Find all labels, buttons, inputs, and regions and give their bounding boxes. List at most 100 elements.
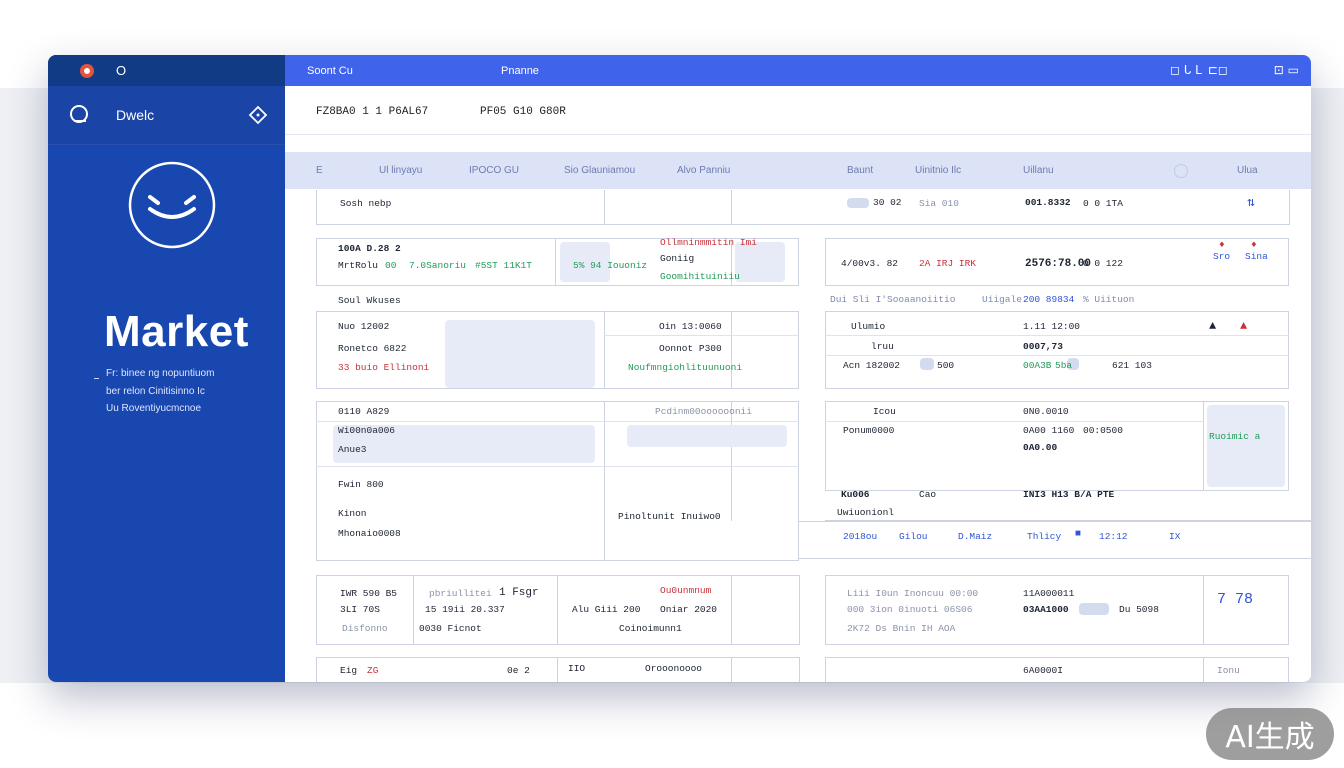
- filter-left[interactable]: FZ8BA0 1 1 P6AL67: [316, 106, 428, 118]
- data-card[interactable]: [316, 657, 800, 682]
- description-line: Uu Roventiyucmcnoe: [106, 403, 202, 414]
- filter-bar: FZ8BA0 1 1 P6AL67 PF05 G10 G80R: [285, 86, 1311, 135]
- card-label: Liii I0un Inoncuu 00:00: [847, 588, 979, 599]
- summary-item: 2018ou: [843, 531, 878, 542]
- row-mid2: Sia 010: [919, 198, 959, 209]
- app-logo-icon[interactable]: [80, 63, 94, 78]
- card-value: 1 Fsgr: [499, 587, 539, 599]
- card-note: Pinoltunit Inuiwo0: [618, 511, 721, 522]
- ai-generated-badge: AI生成: [1206, 708, 1334, 760]
- window-layout-icon[interactable]: ◻ ᒐ ᒪ: [1170, 63, 1202, 77]
- card-label: Acn 182002: [843, 360, 901, 371]
- card-metric: 2A IRJ IRK: [919, 258, 977, 269]
- card-title: 0110 A829: [338, 406, 390, 417]
- card-value: 00:0500: [1083, 425, 1123, 436]
- triangle-icon[interactable]: ▲: [1240, 319, 1247, 333]
- topbar-tab-center[interactable]: Pnanne: [501, 65, 539, 77]
- triangle-icon[interactable]: ▲: [1209, 319, 1216, 333]
- card-label: Alu Giii 200: [572, 604, 641, 615]
- card-label: 3LI 70S: [340, 604, 380, 615]
- icon-label: Sro: [1213, 251, 1231, 262]
- column-header[interactable]: Ulua: [1237, 165, 1258, 176]
- card-title: Eig: [340, 665, 358, 676]
- column-header[interactable]: Uinitnio Ilc: [915, 165, 961, 176]
- card-metric: 7.0Sanoriu: [409, 260, 467, 271]
- column-header[interactable]: Sio Glauniamou: [564, 165, 635, 176]
- card-label: Goniig: [660, 253, 695, 264]
- card-note: 0030 Ficnot: [419, 623, 482, 634]
- card-value: 11A000011: [1023, 588, 1075, 599]
- column-header[interactable]: Alvo Panniu: [677, 165, 730, 176]
- status-circle-icon[interactable]: [1174, 164, 1188, 178]
- card-value: 500: [937, 360, 955, 371]
- diamond-icon[interactable]: [247, 104, 269, 126]
- card-label: Ulumio: [851, 321, 886, 332]
- page-description: Fr: binee ng nopuntiuom ber relon Ciniti…: [106, 365, 266, 418]
- card-label: Ku006: [841, 489, 870, 500]
- card-alert: Ou0unmnum: [660, 585, 712, 596]
- column-header[interactable]: Baunt: [847, 165, 873, 176]
- card-title: 100A D.28 2: [338, 243, 401, 254]
- card-value: 6A0000I: [1023, 665, 1063, 676]
- description-line: Fr: binee ng nopuntiuom: [106, 368, 215, 379]
- summary-item: IX: [1169, 531, 1181, 542]
- filter-right[interactable]: PF05 G10 G80R: [480, 106, 566, 118]
- card-value: INI3 H13 B/A PTE: [1023, 489, 1115, 500]
- app-label: O: [116, 63, 127, 78]
- lock-icon[interactable]: ■: [1075, 529, 1081, 540]
- column-header[interactable]: E: [316, 165, 323, 176]
- sidebar-nav-label: Dwelc: [116, 107, 155, 123]
- summary-item: Gilou: [899, 531, 928, 542]
- card-note: Disfonno: [342, 623, 388, 634]
- card-value: 03AA1000: [1023, 604, 1069, 615]
- data-card[interactable]: [316, 575, 800, 645]
- card-label: Wi00n0a006: [338, 425, 396, 436]
- card-value: 5ba: [1055, 360, 1073, 371]
- sidebar: O Dwelc Market Fr: binee ng nopuntiuom b…: [48, 55, 285, 682]
- table-row[interactable]: [316, 190, 1290, 225]
- alert-icon[interactable]: ♦: [1251, 239, 1257, 250]
- card-title: Nuo 12002: [338, 321, 390, 332]
- app-window: O Dwelc Market Fr: binee ng nopuntiuom b…: [48, 55, 1311, 682]
- summary-item: Thlicy: [1027, 531, 1062, 542]
- window-panel-icon[interactable]: ⊡ ▭: [1274, 63, 1299, 77]
- row-value: 001.8332: [1025, 197, 1071, 208]
- card-value: 621 103: [1112, 360, 1152, 371]
- search-icon[interactable]: [68, 103, 92, 127]
- card-value: 1.11 12:00: [1023, 321, 1081, 332]
- card-tag: 0 0 122: [1083, 258, 1123, 269]
- card-label: 0e 2: [507, 665, 530, 676]
- column-header[interactable]: Uillanu: [1023, 165, 1054, 176]
- summary-item: D.Maiz: [958, 531, 993, 542]
- sidebar-nav-row[interactable]: Dwelc: [48, 86, 285, 145]
- card-note: 33 buio Ellinoni: [338, 362, 430, 373]
- card-note: Ruoimic a: [1209, 431, 1261, 442]
- alert-icon[interactable]: ♦: [1219, 239, 1225, 250]
- topbar: Soont Cu Pnanne ◻ ᒐ ᒪ ⊏◻ ⊡ ▭: [285, 55, 1311, 86]
- card-value: 0A0.00: [1023, 442, 1058, 453]
- card-label: MrtRolu: [338, 260, 378, 271]
- window-controls: ◻ ᒐ ᒪ ⊏◻ ⊡ ▭: [1170, 63, 1299, 77]
- card-label: ZG: [367, 665, 379, 676]
- column-header[interactable]: IPOCO GU: [469, 165, 519, 176]
- card-label: Uwiuonionl: [837, 507, 895, 518]
- card-label: Orooonoooo: [645, 663, 703, 674]
- card-label: Ionu: [1217, 665, 1240, 676]
- card-label: pbriullitei: [429, 588, 492, 599]
- card-label: Anue3: [338, 444, 367, 455]
- section-label: Soul Wkuses: [338, 295, 401, 306]
- row-name: Sosh nebp: [340, 198, 392, 209]
- card-value: Oin 13:0060: [659, 321, 722, 332]
- card-metric: 5% 94 Iouoniz: [573, 260, 648, 271]
- row-tag: 0 0 1TA: [1083, 198, 1123, 209]
- card-title: IWR 590 B5: [340, 588, 398, 599]
- card-value: 7 78: [1217, 591, 1254, 608]
- topbar-tab-left[interactable]: Soont Cu: [307, 65, 353, 77]
- smile-logo-icon: [128, 161, 216, 249]
- card-note: Noufmngiohlituunuoni: [628, 362, 743, 373]
- sort-icon[interactable]: ⇅: [1247, 195, 1255, 210]
- column-header[interactable]: Ul linyayu: [379, 165, 422, 176]
- row-mid: 30 02: [873, 197, 902, 208]
- section-value: 200 89834: [1023, 294, 1075, 305]
- window-tile-icon[interactable]: ⊏◻: [1208, 63, 1228, 77]
